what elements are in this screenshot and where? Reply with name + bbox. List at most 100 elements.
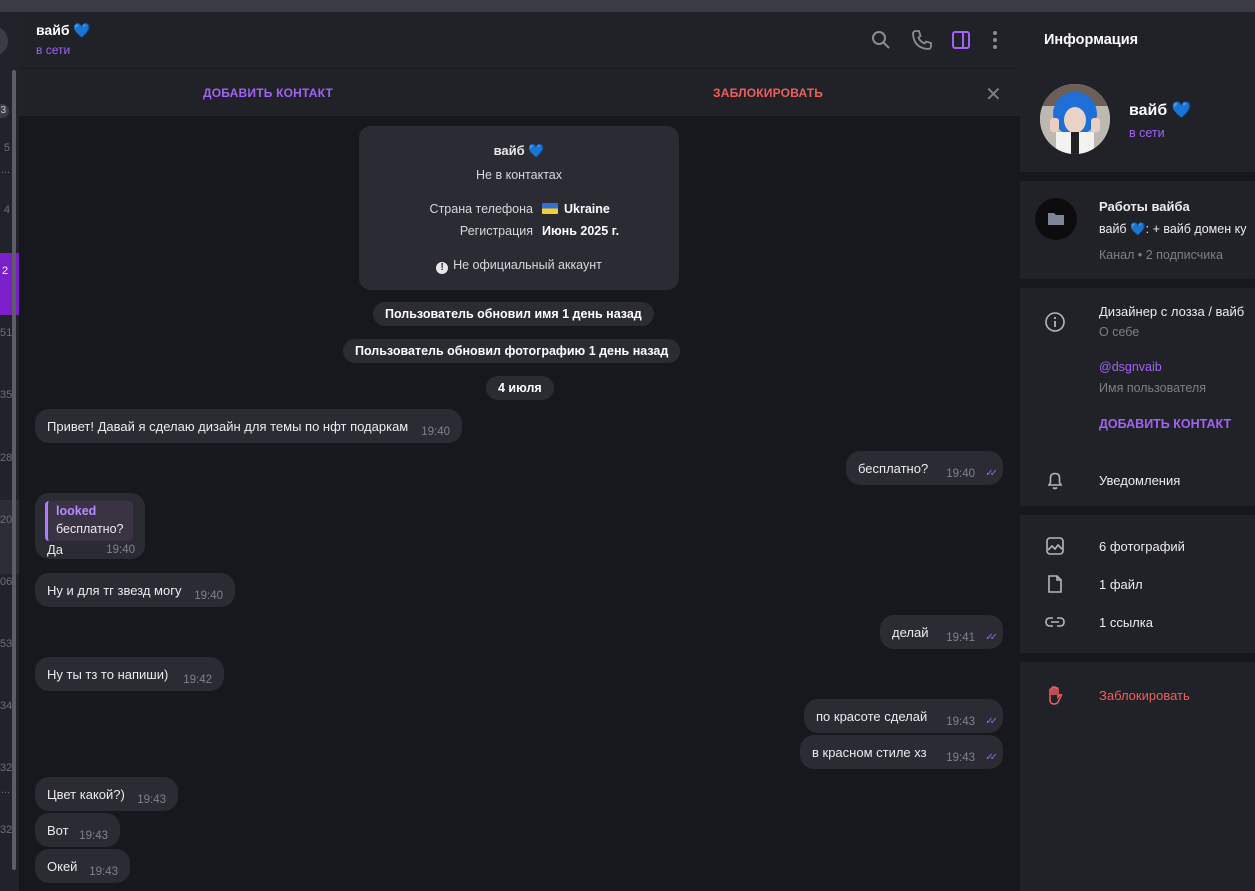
message-time: 19:43 — [137, 794, 166, 806]
file-icon — [1048, 575, 1062, 593]
message-bubble[interactable]: бесплатно? 19:40 ✓✓ — [846, 451, 1003, 485]
service-message: Пользователь обновил имя 1 день назад — [373, 302, 654, 326]
message-bubble[interactable]: Вот 19:43 — [35, 813, 120, 847]
photos-item[interactable]: 6 фотографий — [1099, 539, 1185, 554]
info-panel-title: Информация — [1044, 32, 1139, 48]
message-text: Ну и для тг звезд могу — [47, 583, 182, 598]
username-link[interactable]: @dsgnvaib — [1099, 360, 1162, 374]
message-area[interactable]: вайб 💙 Не в контактах Страна телефона Uk… — [19, 116, 1020, 891]
files-item[interactable]: 1 файл — [1099, 577, 1143, 592]
read-check-icon: ✓✓ — [985, 752, 998, 763]
phone-country-label: Страна телефона — [429, 202, 533, 216]
registration-label: Регистрация — [459, 224, 533, 238]
read-check-icon: ✓✓ — [985, 632, 998, 643]
chat-list-time: ... — [0, 784, 10, 796]
phone-icon[interactable] — [910, 28, 934, 52]
block-hand-icon — [1049, 686, 1063, 705]
message-text: делай — [892, 625, 929, 640]
phone-country-value: Ukraine — [564, 202, 610, 216]
close-icon[interactable]: ✕ — [985, 82, 1002, 107]
chat-list-item[interactable] — [0, 500, 19, 574]
message-bubble[interactable]: Окей 19:43 — [35, 849, 130, 883]
chat-list-item-active[interactable]: 2 — [0, 253, 19, 315]
more-icon[interactable] — [983, 28, 1007, 52]
bell-icon — [1047, 472, 1063, 490]
chat-list-time: 32 — [0, 824, 13, 836]
add-contact-link[interactable]: ДОБАВИТЬ КОНТАКТ — [1099, 417, 1231, 431]
message-time: 19:40 — [106, 544, 135, 556]
block-button[interactable]: ЗАБЛОКИРОВАТЬ — [713, 86, 823, 100]
message-time: 19:40 — [946, 468, 975, 480]
contact-info-card: вайб 💙 Не в контактах Страна телефона Uk… — [359, 126, 679, 290]
chat-list-time: 4 — [3, 204, 10, 216]
profile-status: в сети — [1129, 126, 1165, 140]
message-time: 19:43 — [946, 716, 975, 728]
message-text: по красоте сделай — [816, 709, 928, 724]
message-text: Ну ты тз то напиши) — [47, 667, 169, 682]
channel-preview: вайб 💙: + вайб домен ку — [1099, 222, 1247, 236]
chat-header[interactable]: вайб 💙 в сети — [19, 12, 1020, 68]
message-time: 19:40 — [194, 590, 223, 602]
folder-icon — [1048, 213, 1064, 225]
avatar[interactable] — [1040, 84, 1110, 154]
scrollbar[interactable] — [12, 70, 16, 870]
info-card-name: вайб 💙 — [493, 143, 545, 158]
message-text: Вот — [47, 823, 69, 838]
message-bubble[interactable]: Привет! Давай я сделаю дизайн для темы п… — [35, 409, 462, 443]
message-bubble[interactable]: по красоте сделай 19:43 ✓✓ — [804, 699, 1003, 733]
chat-list-time: 5 — [3, 142, 10, 154]
chat-list-time: 2 — [2, 265, 9, 277]
bio-label: О себе — [1099, 325, 1140, 339]
window-top-strip — [0, 0, 1255, 12]
message-bubble[interactable]: Ну ты тз то напиши) 19:42 — [35, 657, 224, 691]
message-text: Да — [47, 542, 64, 557]
info-panel: Информация вайб 💙 в сети Работы вайба ва… — [1020, 12, 1255, 891]
profile-photo — [1040, 84, 1110, 154]
read-check-icon: ✓✓ — [985, 468, 998, 479]
reply-message-bubble[interactable]: looked бесплатно? Да 19:40 — [35, 493, 145, 559]
chat-list-time: 06 — [0, 576, 13, 588]
reply-quoted-text: бесплатно? — [56, 522, 124, 536]
link-icon — [1045, 617, 1065, 627]
divider — [1020, 653, 1255, 662]
block-user-button[interactable]: Заблокировать — [1099, 688, 1190, 703]
registration-value: Июнь 2025 г. — [542, 224, 620, 238]
message-bubble[interactable]: Цвет какой?) 19:43 — [35, 777, 178, 811]
chat-list-time: 35 — [0, 389, 13, 401]
chat-list-time: 34 — [0, 700, 13, 712]
reply-quote[interactable]: looked бесплатно? — [45, 501, 133, 541]
reply-author: looked — [56, 504, 97, 518]
unread-badge: 3 — [0, 104, 9, 118]
sidebar-toggle-icon[interactable] — [949, 28, 973, 52]
info-icon: ! — [436, 262, 449, 274]
message-text: бесплатно? — [858, 461, 929, 476]
message-time: 19:43 — [89, 866, 118, 878]
info-card-subtitle: Не в контактах — [476, 168, 562, 182]
add-contact-button[interactable]: ДОБАВИТЬ КОНТАКТ — [203, 86, 333, 100]
chat-list-sliver[interactable]: 3 2 5 ... 4 51 35 28 20 06 53 34 32 ... … — [0, 12, 19, 891]
photo-icon — [1046, 537, 1064, 555]
channel-name[interactable]: Работы вайба — [1099, 199, 1190, 214]
message-time: 19:43 — [79, 830, 108, 842]
notifications-item[interactable]: Уведомления — [1099, 473, 1180, 488]
profile-name: вайб 💙 — [1129, 102, 1192, 119]
message-bubble[interactable]: Ну и для тг звезд могу 19:40 — [35, 573, 235, 607]
chat-list-time: 53 — [0, 638, 13, 650]
chat-list-time: 20 — [0, 514, 13, 526]
message-time: 19:42 — [183, 674, 212, 686]
message-bubble[interactable]: в красном стиле хз 19:43 ✓✓ — [800, 735, 1003, 769]
chat-title[interactable]: вайб 💙 — [36, 22, 91, 39]
message-time: 19:43 — [946, 752, 975, 764]
chat-list-time: 32 — [0, 762, 13, 774]
info-icon — [1045, 312, 1065, 332]
message-time: 19:40 — [421, 426, 450, 438]
search-icon[interactable] — [869, 28, 893, 52]
links-item[interactable]: 1 ссылка — [1099, 615, 1153, 630]
avatar[interactable] — [0, 26, 8, 56]
unofficial-note: Не официальный аккаунт — [453, 258, 602, 272]
message-bubble[interactable]: делай 19:41 ✓✓ — [880, 615, 1003, 649]
bio-text[interactable]: Дизайнер с лозза / вайб — [1099, 304, 1244, 319]
message-text: в красном стиле хз — [812, 745, 927, 760]
channel-avatar[interactable] — [1035, 198, 1077, 240]
message-text: Окей — [47, 859, 78, 874]
